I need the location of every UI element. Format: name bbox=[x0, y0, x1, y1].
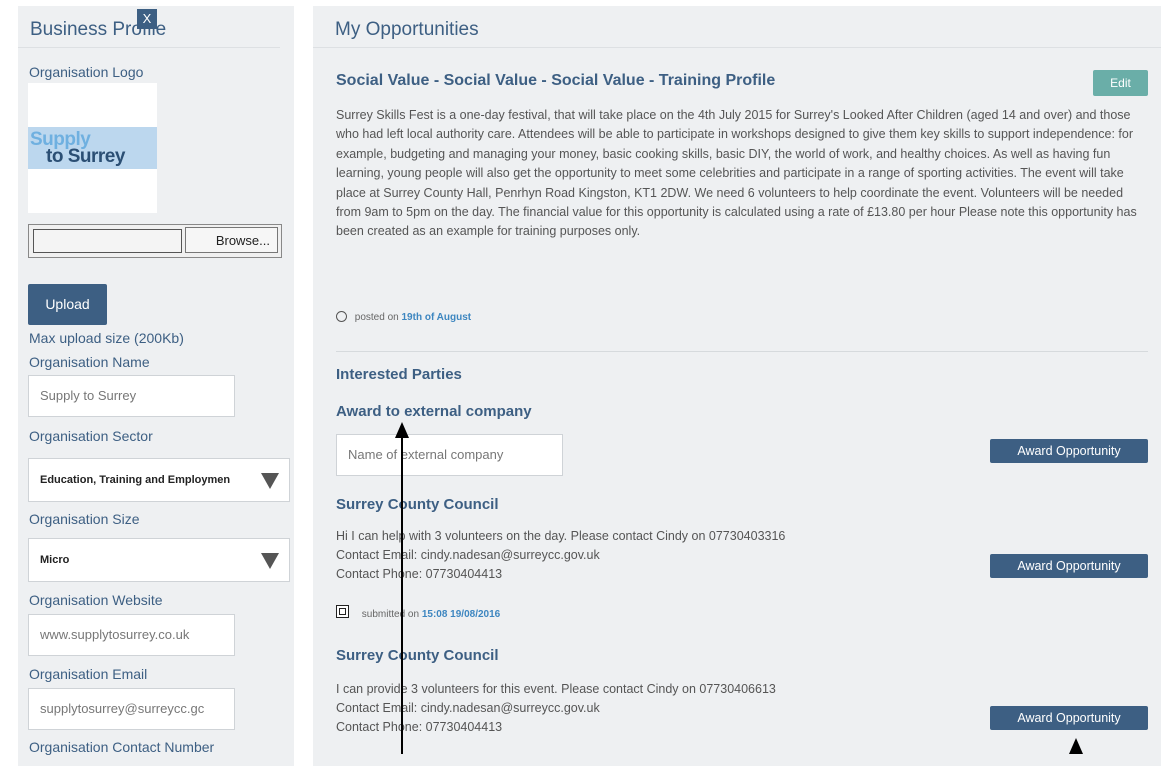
broken-image-icon bbox=[336, 605, 349, 618]
divider bbox=[18, 47, 280, 48]
party-contact-phone: Contact Phone: 07730404413 bbox=[336, 567, 503, 581]
edit-button[interactable]: Edit bbox=[1093, 70, 1148, 96]
file-path-input[interactable] bbox=[33, 229, 182, 253]
upload-button[interactable]: Upload bbox=[28, 284, 107, 325]
annotation-arrow-head bbox=[395, 422, 409, 438]
organisation-logo-image: Supply to Surrey bbox=[28, 83, 157, 213]
organisation-website-input[interactable]: www.supplytosurrey.co.uk bbox=[28, 614, 235, 656]
organisation-email-input[interactable]: supplytosurrey@surreycc.gc bbox=[28, 688, 235, 730]
my-opportunities-panel: My Opportunities Social Value - Social V… bbox=[313, 6, 1161, 766]
party-message-text: Hi I can help with 3 volunteers on the d… bbox=[336, 529, 786, 543]
organisation-email-label: Organisation Email bbox=[29, 666, 148, 682]
my-opportunities-title: My Opportunities bbox=[335, 19, 479, 40]
logo-banner: Supply to Surrey bbox=[28, 127, 157, 169]
annotation-arrow-line bbox=[401, 436, 403, 754]
party-message: Hi I can help with 3 volunteers on the d… bbox=[336, 527, 785, 584]
award-opportunity-button[interactable]: Award Opportunity bbox=[990, 439, 1148, 463]
file-upload-control: Browse... bbox=[28, 224, 282, 258]
posted-date-row: posted on 19th of August bbox=[336, 311, 471, 323]
divider bbox=[336, 351, 1148, 352]
award-opportunity-button[interactable]: Award Opportunity bbox=[990, 706, 1148, 730]
business-profile-panel: Business Profile Organisation Logo Suppl… bbox=[18, 6, 294, 766]
posted-date: 19th of August bbox=[401, 312, 472, 323]
posted-prefix: posted on bbox=[354, 312, 399, 323]
organisation-logo-label: Organisation Logo bbox=[29, 64, 144, 80]
organisation-size-value: Micro bbox=[40, 554, 70, 566]
max-upload-size-text: Max upload size (200Kb) bbox=[29, 330, 184, 346]
clock-icon bbox=[336, 311, 347, 322]
organisation-sector-select[interactable]: Education, Training and Employmen bbox=[28, 458, 290, 502]
submitted-date-row: submitted on 15:08 19/08/2016 bbox=[336, 605, 500, 620]
chevron-down-icon bbox=[261, 473, 279, 489]
party-contact-email: Contact Email: cindy.nadesan@surreycc.go… bbox=[336, 548, 600, 562]
remove-logo-button[interactable]: X bbox=[137, 9, 157, 29]
organisation-size-select[interactable]: Micro bbox=[28, 538, 290, 582]
annotation-arrow-head bbox=[1069, 738, 1083, 754]
party-name: Surrey County Council bbox=[336, 647, 499, 664]
logo-text-to-surrey: to Surrey bbox=[46, 146, 125, 167]
submitted-date: 15:08 19/08/2016 bbox=[421, 609, 501, 620]
organisation-size-label: Organisation Size bbox=[29, 511, 140, 527]
opportunity-title[interactable]: Social Value - Social Value - Social Val… bbox=[336, 72, 775, 90]
divider bbox=[313, 47, 1161, 48]
organisation-sector-value: Education, Training and Employmen bbox=[40, 474, 231, 486]
external-company-input[interactable]: Name of external company bbox=[336, 434, 563, 476]
organisation-name-label: Organisation Name bbox=[29, 354, 150, 370]
organisation-name-input[interactable]: Supply to Surrey bbox=[28, 375, 235, 417]
interested-parties-heading: Interested Parties bbox=[336, 366, 462, 383]
opportunity-description: Surrey Skills Fest is a one-day festival… bbox=[336, 108, 1137, 239]
award-opportunity-button[interactable]: Award Opportunity bbox=[990, 554, 1148, 578]
browse-button[interactable]: Browse... bbox=[185, 227, 278, 253]
organisation-website-label: Organisation Website bbox=[29, 592, 163, 608]
submitted-prefix: submitted on bbox=[361, 609, 420, 620]
party-name: Surrey County Council bbox=[336, 496, 499, 513]
chevron-down-icon bbox=[261, 553, 279, 569]
organisation-contact-label: Organisation Contact Number bbox=[29, 739, 215, 755]
award-external-heading: Award to external company bbox=[336, 403, 532, 420]
organisation-sector-label: Organisation Sector bbox=[29, 428, 153, 444]
